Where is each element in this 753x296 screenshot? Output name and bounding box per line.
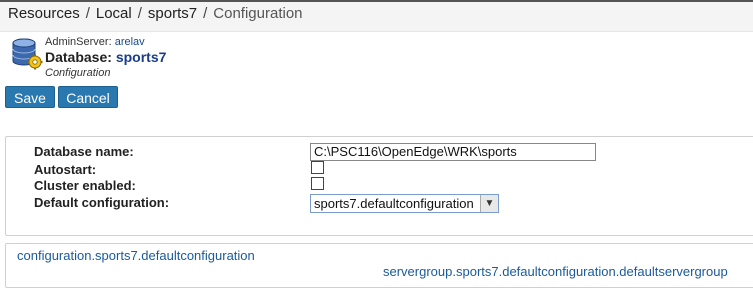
database-name-label: Database name: [34, 144, 134, 159]
default-configuration-label: Default configuration: [34, 195, 170, 210]
breadcrumb-configuration: Configuration [213, 5, 303, 22]
database-label: Database: [45, 49, 112, 65]
cluster-enabled-checkbox[interactable] [311, 177, 324, 190]
page-header: AdminServer: arelav Database: sports7 Co… [10, 35, 410, 83]
cancel-button[interactable]: Cancel [58, 86, 118, 108]
chevron-down-icon[interactable]: ▼ [480, 195, 498, 212]
default-configuration-select[interactable]: sports7.defaultconfiguration ▼ [310, 194, 499, 213]
autostart-checkbox[interactable] [311, 161, 324, 174]
database-name-title: sports7 [115, 49, 167, 65]
servergroup-link[interactable]: servergroup.sports7.defaultconfiguration… [383, 264, 728, 279]
breadcrumb-separator: / [137, 5, 142, 22]
breadcrumb-local[interactable]: Local [96, 5, 132, 22]
autostart-label: Autostart: [34, 162, 97, 177]
page-subtitle: Configuration [45, 67, 111, 79]
admin-server-line: AdminServer: arelav [45, 36, 145, 48]
configuration-link[interactable]: configuration.sports7.defaultconfigurati… [17, 248, 255, 263]
breadcrumb-resources[interactable]: Resources [8, 5, 80, 22]
database-gear-icon [12, 38, 43, 70]
default-configuration-value: sports7.defaultconfiguration [314, 196, 474, 211]
cluster-enabled-label: Cluster enabled: [34, 178, 136, 193]
breadcrumb: Resources / Local / sports7 / Configuration [0, 2, 753, 32]
database-title: Database: sports7 [45, 49, 166, 65]
breadcrumb-sports7[interactable]: sports7 [148, 5, 197, 22]
admin-server-label: AdminServer: [45, 36, 112, 48]
database-name-field[interactable]: C:\PSC116\OpenEdge\WRK\sports [310, 143, 596, 161]
admin-server-link[interactable]: arelav [115, 36, 145, 48]
breadcrumb-separator: / [85, 5, 90, 22]
breadcrumb-separator: / [203, 5, 208, 22]
save-button[interactable]: Save [5, 86, 55, 108]
